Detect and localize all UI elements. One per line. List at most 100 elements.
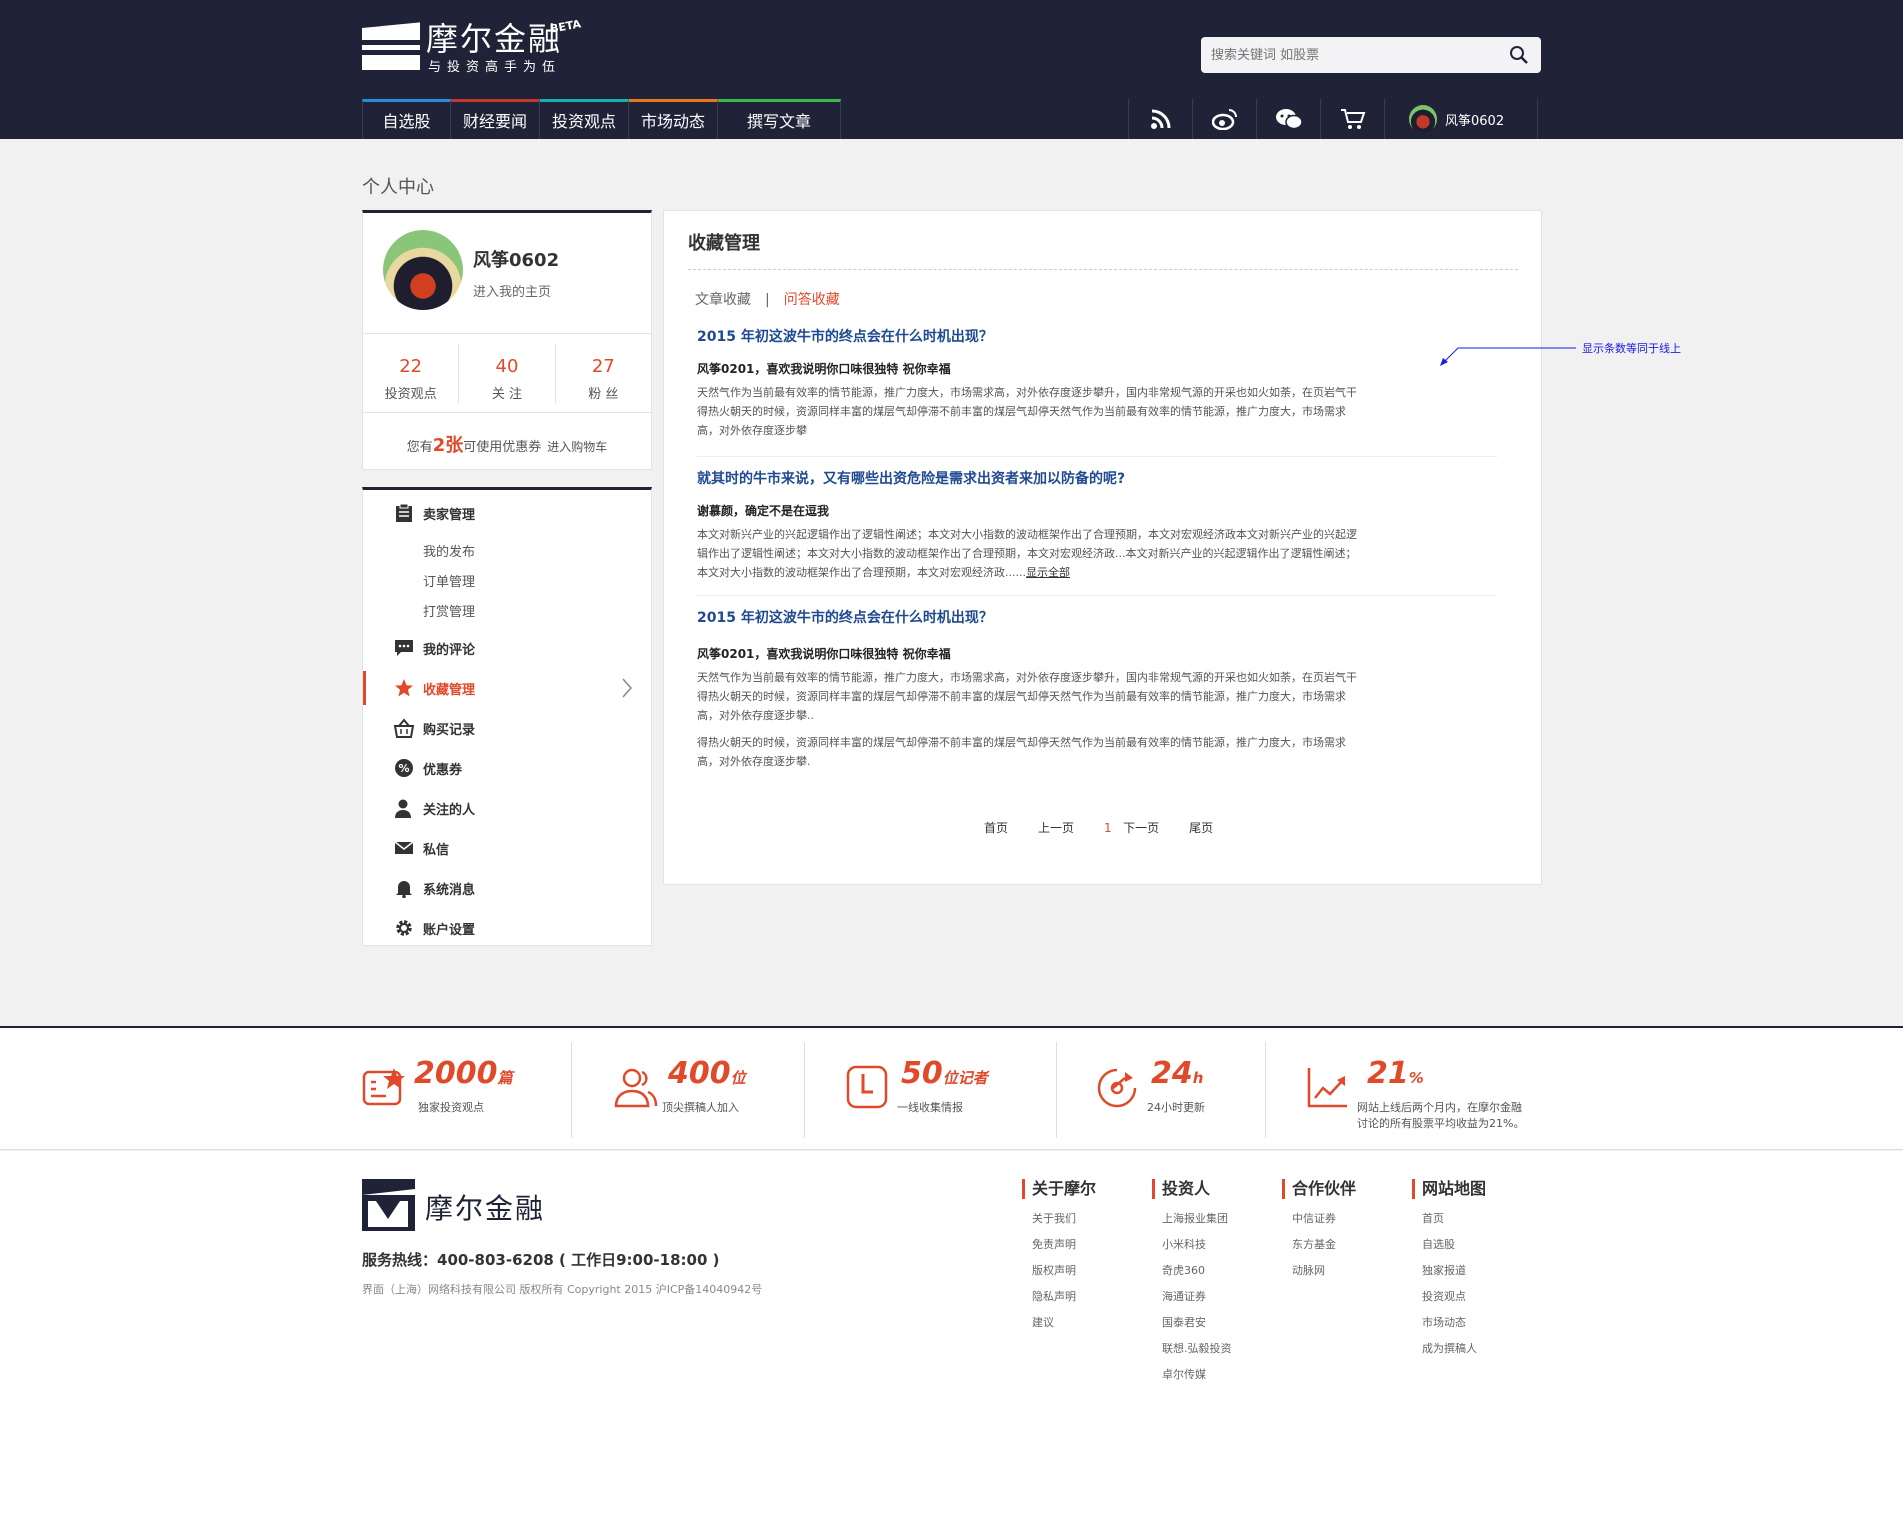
- menu-messages[interactable]: 私信: [363, 831, 651, 865]
- menu-coupons[interactable]: % 优惠券: [363, 751, 651, 785]
- footer-logo-title[interactable]: 摩尔金融: [425, 1187, 545, 1227]
- menu-label: 优惠券: [423, 762, 463, 778]
- item-divider: [697, 595, 1497, 596]
- coupon-prefix: 您有: [406, 440, 433, 455]
- menu-favorites[interactable]: 收藏管理: [363, 671, 651, 705]
- footer-link[interactable]: 版权声明: [1032, 1262, 1096, 1277]
- stat-unit: 位: [730, 1069, 746, 1087]
- menu-following[interactable]: 关注的人: [363, 791, 651, 825]
- footer-col-sitemap: 网站地图 首页 自选股 独家报道 投资观点 市场动态 成为撰稿人: [1412, 1179, 1486, 1355]
- stat-returns: 21% 网站上线后两个月内，在摩尔金融 讨论的所有股票平均收益为21%。: [1305, 1042, 1545, 1138]
- nav-write-article[interactable]: 撰写文章: [718, 99, 841, 139]
- stat-caption: 24小时更新: [1147, 1101, 1205, 1114]
- stat-caption: 独家投资观点: [418, 1101, 484, 1114]
- comment-icon: [393, 637, 415, 659]
- footer-link[interactable]: 投资观点: [1422, 1288, 1486, 1303]
- stat-divider: [1056, 1042, 1057, 1138]
- nav-investment-views[interactable]: 投资观点: [540, 99, 629, 139]
- answer-body: 天然气作为当前最有效率的情节能源，推广力度大，市场需求高，对外依存度逐步攀升，国…: [697, 386, 1357, 437]
- menu-purchases[interactable]: 购买记录: [363, 711, 651, 745]
- stat-divider: [571, 1042, 572, 1138]
- footer-col-about: 关于摩尔 关于我们 免责声明 版权声明 隐私声明 建议: [1022, 1179, 1096, 1329]
- rss-icon: [1150, 109, 1170, 129]
- profile-card: 风筝0602 进入我的主页 22 投资观点 40 关 注 27 粉 丝 您有2张可使用…: [362, 210, 652, 470]
- cart-button[interactable]: [1320, 99, 1384, 139]
- footer-link[interactable]: 东方基金: [1292, 1236, 1356, 1251]
- footer-link[interactable]: 市场动态: [1422, 1314, 1486, 1329]
- wechat-button[interactable]: [1256, 99, 1320, 139]
- clock-icon: [846, 1065, 888, 1109]
- page-current: 1 下一页: [1104, 819, 1159, 836]
- nav-finance-news[interactable]: 财经要闻: [451, 99, 540, 139]
- menu-my-posts[interactable]: 我的发布: [423, 541, 475, 560]
- footer-link[interactable]: 动脉网: [1292, 1262, 1356, 1277]
- stat-fans[interactable]: 27 粉 丝: [556, 344, 651, 404]
- footer-link[interactable]: 中信证券: [1292, 1210, 1356, 1225]
- footer-link[interactable]: 海通证券: [1162, 1288, 1232, 1303]
- list-item: 2015 年初这波牛市的终点会在什么时机出现？ 风筝0201，喜欢我说明你口味很…: [697, 607, 1477, 771]
- show-all-link[interactable]: 显示全部: [1026, 566, 1070, 579]
- question-title[interactable]: 2015 年初这波牛市的终点会在什么时机出现？: [697, 607, 1477, 627]
- footer-link[interactable]: 建议: [1032, 1314, 1096, 1329]
- page-first[interactable]: 首页: [984, 819, 1008, 836]
- stat-caption-line2: 讨论的所有股票平均收益为21%。: [1357, 1117, 1525, 1130]
- search-input[interactable]: [1201, 37, 1491, 73]
- footer-link[interactable]: 独家报道: [1422, 1262, 1486, 1277]
- panel-title: 收藏管理: [688, 233, 760, 254]
- footer-link[interactable]: 免责声明: [1032, 1236, 1096, 1251]
- footer-link[interactable]: 奇虎360: [1162, 1262, 1232, 1277]
- stat-following[interactable]: 40 关 注: [459, 344, 556, 404]
- menu-comments[interactable]: 我的评论: [363, 631, 651, 665]
- footer-col-title: 投资人: [1152, 1179, 1232, 1199]
- menu-label: 我的评论: [423, 642, 476, 658]
- footer-link[interactable]: 隐私声明: [1032, 1288, 1096, 1303]
- cart-icon: [1340, 109, 1365, 129]
- answer-body: 天然气作为当前最有效率的情节能源，推广力度大，市场需求高，对外依存度逐步攀升，国…: [697, 671, 1357, 722]
- gear-icon: [393, 917, 415, 939]
- menu-orders[interactable]: 订单管理: [423, 571, 475, 590]
- question-title[interactable]: 就其时的牛市来说，又有哪些出资危险是需求出资者来加以防备的呢?: [697, 468, 1477, 488]
- tab-articles[interactable]: 文章收藏: [695, 292, 751, 308]
- weibo-button[interactable]: [1192, 99, 1256, 139]
- footer-link[interactable]: 小米科技: [1162, 1236, 1232, 1251]
- stat-value: 22: [399, 356, 423, 377]
- stat-label: 关 注: [491, 387, 523, 402]
- footer-link[interactable]: 国泰君安: [1162, 1314, 1232, 1329]
- page-prev[interactable]: 上一页: [1038, 819, 1074, 836]
- footer-col-investors: 投资人 上海报业集团 小米科技 奇虎360 海通证券 国泰君安 联想.弘毅投资 …: [1152, 1179, 1232, 1381]
- basket-icon: [393, 717, 415, 739]
- right-nav: 风筝0602: [1128, 99, 1538, 139]
- rss-button[interactable]: [1128, 99, 1192, 139]
- nav-watchlist[interactable]: 自选股: [362, 99, 451, 139]
- footer-link[interactable]: 首页: [1422, 1210, 1486, 1225]
- home-link[interactable]: 进入我的主页: [473, 281, 551, 300]
- cart-link[interactable]: 进入购物车: [547, 440, 607, 454]
- footer-stats: 2000篇 独家投资观点 400位 顶尖撰稿人加入 50位记者 一线收集情报 2…: [0, 1026, 1903, 1150]
- nav-market-news[interactable]: 市场动态: [629, 99, 718, 139]
- footer-link[interactable]: 卓尔传媒: [1162, 1366, 1232, 1381]
- stat-views[interactable]: 22 投资观点: [363, 344, 460, 404]
- menu-notifications[interactable]: 系统消息: [363, 871, 651, 905]
- answer-author: 风筝0201，喜欢我说明你口味很独特 祝你幸福: [697, 362, 951, 376]
- user-name: 风筝0602: [1445, 113, 1505, 129]
- tab-qa[interactable]: 问答收藏: [784, 292, 840, 308]
- stat-label: 投资观点: [384, 387, 437, 402]
- menu-settings[interactable]: 账户设置: [363, 911, 651, 945]
- footer-link[interactable]: 关于我们: [1032, 1210, 1096, 1225]
- footer-link[interactable]: 自选股: [1422, 1236, 1486, 1251]
- menu-tips[interactable]: 打赏管理: [423, 601, 475, 620]
- footer-logo-mark[interactable]: [362, 1179, 415, 1231]
- user-menu[interactable]: 风筝0602: [1384, 99, 1538, 139]
- footer-link[interactable]: 联想.弘毅投资: [1162, 1340, 1232, 1355]
- logo-title[interactable]: 摩尔金融: [426, 14, 562, 60]
- search-icon[interactable]: [1509, 45, 1529, 65]
- question-title[interactable]: 2015 年初这波牛市的终点会在什么时机出现？: [697, 326, 1477, 346]
- page-last[interactable]: 尾页: [1189, 819, 1213, 836]
- page-next[interactable]: 下一页: [1123, 821, 1159, 835]
- menu-seller[interactable]: 卖家管理: [363, 496, 651, 530]
- footer-link[interactable]: 成为撰稿人: [1422, 1340, 1486, 1355]
- logo-mark[interactable]: [362, 14, 420, 70]
- footer-link[interactable]: 上海报业集团: [1162, 1210, 1232, 1225]
- service-hotline: 服务热线：400-803-6208 ( 工作日9:00-18:00 ): [362, 1251, 720, 1269]
- avatar-large[interactable]: [383, 230, 463, 310]
